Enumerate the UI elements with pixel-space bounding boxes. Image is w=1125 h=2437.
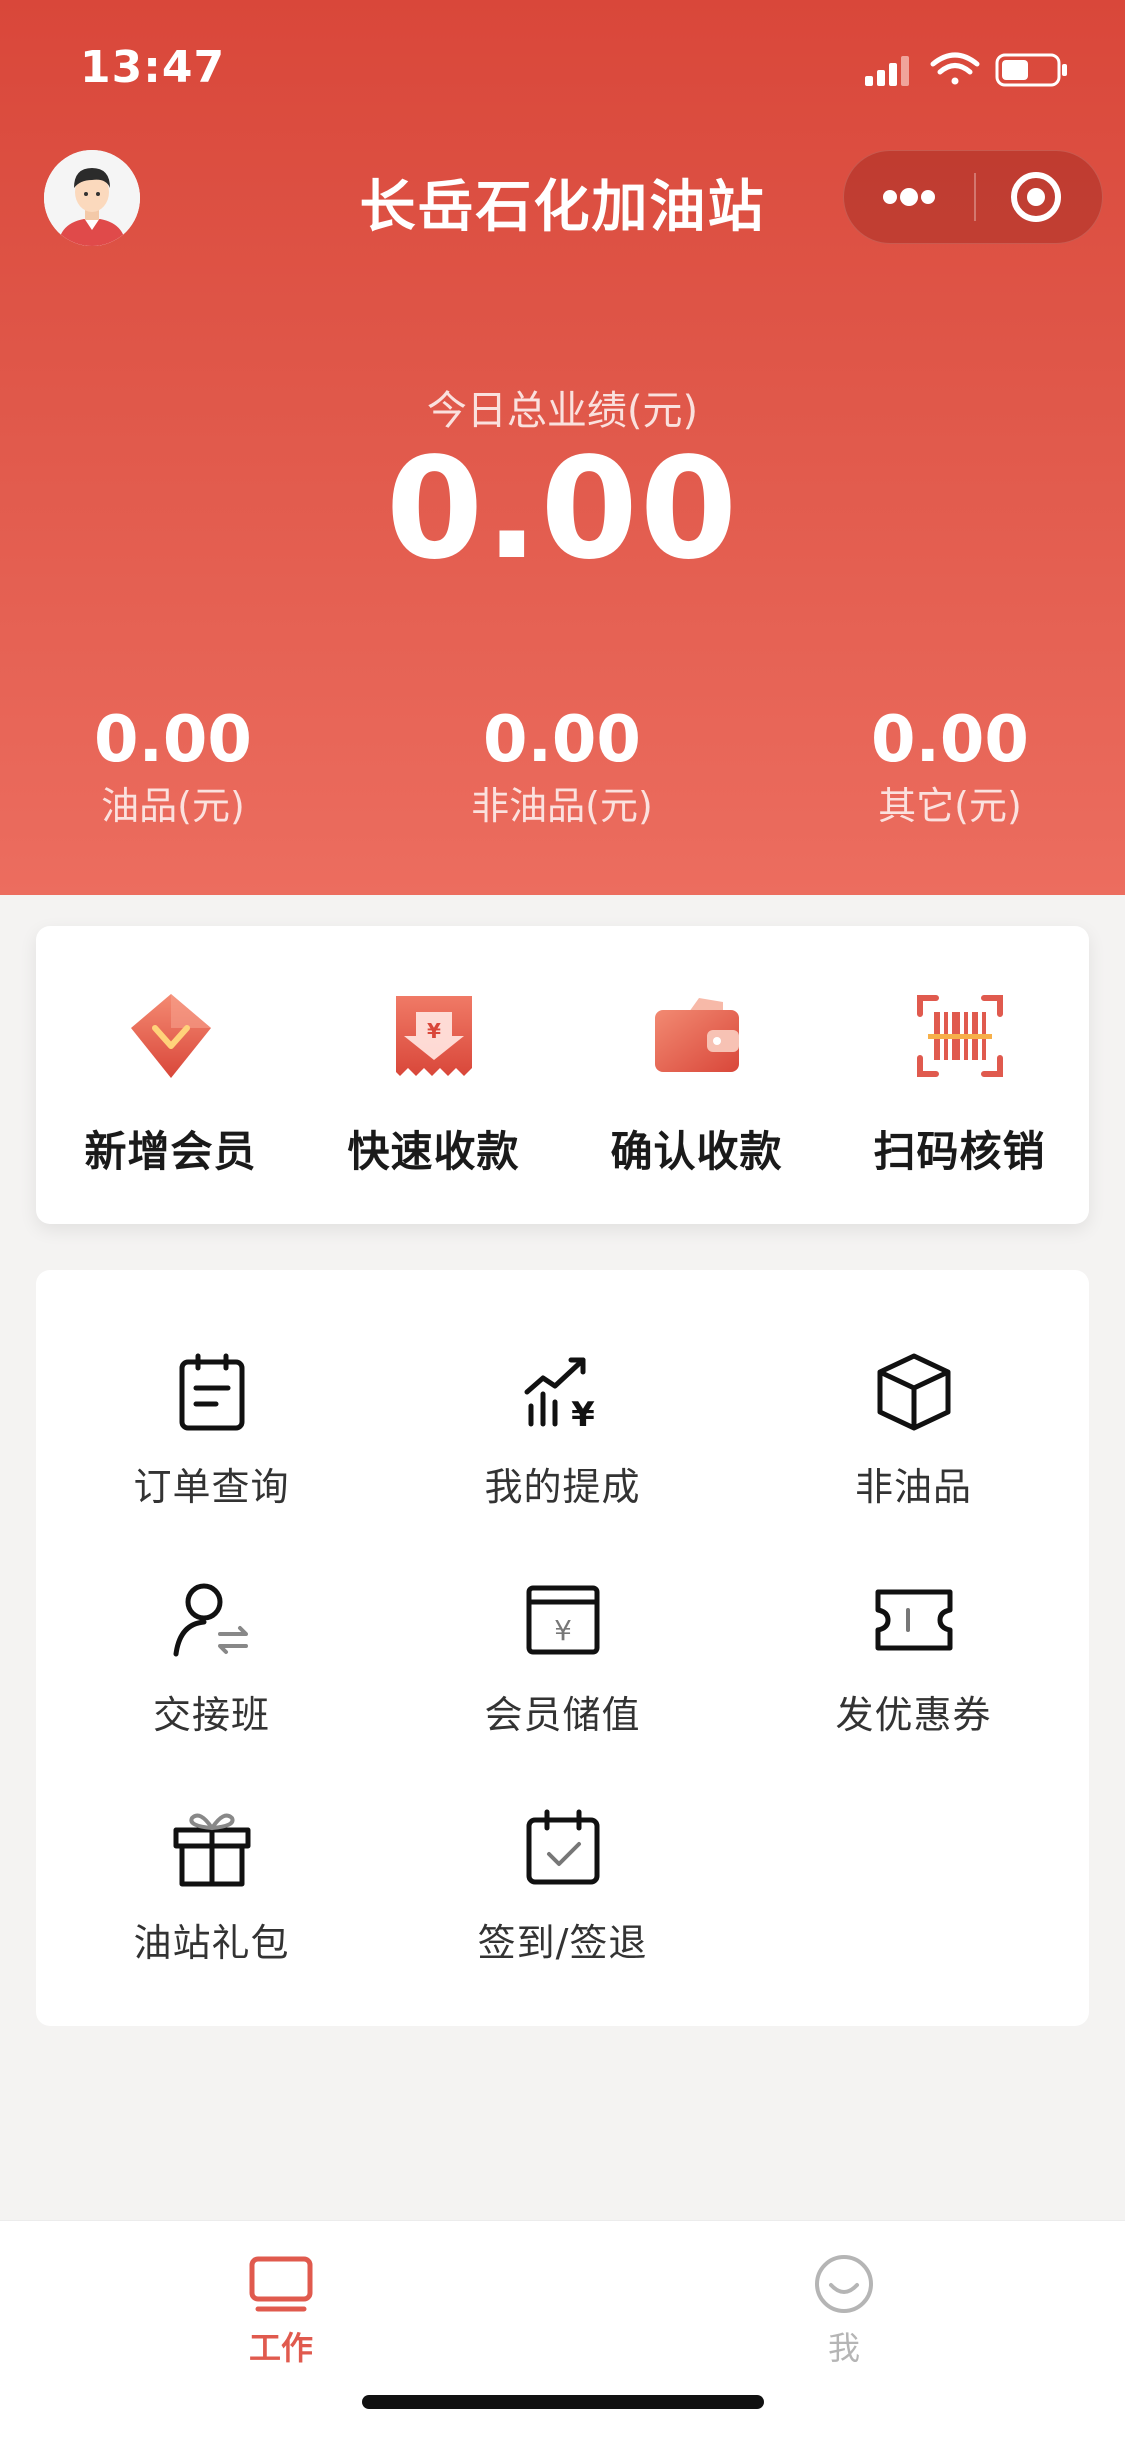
more-button[interactable]	[844, 151, 974, 243]
more-dots-icon	[883, 188, 935, 206]
order-clipboard-icon	[179, 1353, 244, 1431]
svg-text:¥: ¥	[571, 1395, 595, 1434]
wifi-icon	[930, 52, 980, 85]
stat-value: 0.00	[871, 703, 1029, 777]
grid-item-label: 会员储值	[484, 1693, 641, 1737]
tab-me[interactable]: 我	[694, 2251, 994, 2369]
feature-grid-card: 订单查询 ¥ 我的提成 非油品 交接班 ¥ 会员储值 发优惠券 油站礼包 签到/…	[36, 1270, 1089, 2026]
stat-value: 0.00	[483, 703, 641, 777]
stat-label: 其它(元)	[878, 784, 1022, 828]
gift-icon	[173, 1813, 250, 1887]
grid-item-label: 签到/签退	[477, 1921, 648, 1965]
stat-oil: 0.00 油品(元)	[0, 700, 353, 830]
header-panel: 13:47 长岳石化加油站 今日总业绩(元) 0.00 0.00 油品(元) 0…	[0, 0, 1125, 895]
quick-action-label: 新增会员	[84, 1127, 257, 1176]
stat-non-oil: 0.00 非油品(元)	[382, 700, 742, 830]
quick-actions-card: 新增会员 ¥ 快速收款 确认收款 扫码核销	[36, 926, 1089, 1224]
monitor-icon	[249, 2256, 313, 2312]
tab-work[interactable]: 工作	[131, 2251, 431, 2369]
mini-program-capsule	[843, 150, 1103, 244]
status-icons	[865, 52, 1067, 87]
member-deposit-icon: ¥	[526, 1585, 599, 1655]
stat-other: 0.00 其它(元)	[770, 700, 1125, 830]
quick-action-scan-verify[interactable]: 扫码核销	[828, 988, 1091, 1179]
quick-action-add-member[interactable]: 新增会员	[39, 988, 302, 1179]
grid-item-station-gift[interactable]: 油站礼包	[36, 1806, 387, 1967]
quick-action-fast-payment[interactable]: ¥ 快速收款	[302, 988, 565, 1179]
stat-value: 0.00	[94, 703, 252, 777]
calendar-check-icon	[526, 1809, 599, 1885]
svg-text:¥: ¥	[427, 1019, 441, 1043]
grid-item-my-commission[interactable]: ¥ 我的提成	[387, 1350, 738, 1511]
svg-text:¥: ¥	[554, 1614, 572, 1647]
quick-action-label: 扫码核销	[873, 1127, 1046, 1176]
grid-item-label: 交接班	[152, 1693, 270, 1737]
status-time: 13:47	[80, 42, 226, 93]
grid-item-label: 我的提成	[484, 1465, 641, 1509]
stat-label: 非油品(元)	[471, 784, 653, 828]
quick-action-label: 确认收款	[610, 1127, 783, 1176]
close-target-icon	[1011, 172, 1061, 222]
quick-receipt-icon: ¥	[395, 996, 472, 1076]
battery-icon	[995, 53, 1067, 87]
commission-chart-icon: ¥	[524, 1357, 595, 1434]
grid-item-non-oil[interactable]: 非油品	[738, 1350, 1089, 1511]
quick-action-label: 快速收款	[347, 1127, 520, 1176]
wallet-icon	[654, 998, 739, 1072]
barcode-scan-icon	[916, 995, 1003, 1077]
close-button[interactable]	[976, 151, 1102, 243]
shift-handover-icon	[173, 1583, 248, 1657]
grid-item-member-deposit[interactable]: ¥ 会员储值	[387, 1578, 738, 1739]
grid-item-order-query[interactable]: 订单查询	[36, 1350, 387, 1511]
grid-item-shift-handover[interactable]: 交接班	[36, 1578, 387, 1739]
tab-label: 我	[827, 2329, 860, 2367]
coupon-icon	[875, 1589, 952, 1651]
home-indicator	[362, 2395, 764, 2409]
grid-item-label: 发优惠券	[835, 1693, 992, 1737]
grid-item-label: 油站礼包	[133, 1921, 290, 1965]
total-performance-value: 0.00	[385, 428, 740, 591]
grid-item-label: 订单查询	[133, 1465, 290, 1509]
signal-icon	[865, 56, 909, 86]
quick-action-confirm-payment[interactable]: 确认收款	[565, 988, 828, 1179]
smile-icon	[815, 2255, 873, 2313]
member-diamond-icon	[130, 994, 211, 1078]
grid-item-label: 非油品	[854, 1465, 972, 1509]
grid-item-issue-coupon[interactable]: 发优惠券	[738, 1578, 1089, 1739]
tab-label: 工作	[248, 2329, 313, 2367]
grid-item-check-in-out[interactable]: 签到/签退	[387, 1806, 738, 1967]
stat-label: 油品(元)	[101, 784, 245, 828]
box-icon	[877, 1353, 950, 1431]
